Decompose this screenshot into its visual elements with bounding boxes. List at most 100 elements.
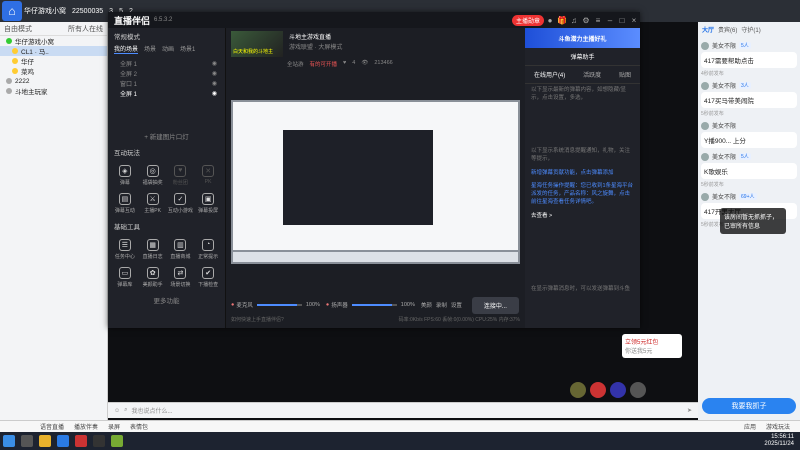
maximize-icon[interactable]: □: [616, 16, 628, 25]
channel-item[interactable]: 华仔游戏小窝: [0, 36, 107, 46]
tab-my-scenes[interactable]: 我的场景: [114, 44, 139, 54]
tab-hall[interactable]: 大厅: [702, 25, 714, 34]
switch-icon: ⇄: [174, 266, 187, 279]
audio-controls: ● 麦克风 100% ● 扬声器 100% 美颜 录制 设置 连接中...: [231, 294, 520, 316]
mic-volume-slider[interactable]: [256, 304, 302, 306]
tab-guard[interactable]: 守护(1): [741, 25, 760, 34]
tool-danmaku[interactable]: ◈ 弹幕: [112, 162, 138, 188]
send-icon[interactable]: ➤: [687, 407, 692, 414]
tool-shop[interactable]: ▥ 直播商城: [168, 236, 194, 262]
room-thumbnail[interactable]: 白天和我的斗地主: [231, 31, 283, 57]
game-mode-button[interactable]: 游戏玩法: [766, 422, 790, 431]
tool-fans[interactable]: ♥ 粉丝团: [168, 162, 194, 188]
avatar[interactable]: [701, 192, 709, 201]
anchor-badge-button[interactable]: 主播勋章: [511, 14, 544, 26]
menu-icon[interactable]: ≡: [592, 16, 604, 25]
speaker-volume-slider[interactable]: [351, 304, 397, 306]
beauty-button[interactable]: 美颜: [421, 301, 432, 309]
close-icon[interactable]: ×: [628, 16, 640, 25]
stream-preview[interactable]: [231, 100, 520, 264]
tool-danmaku-lib[interactable]: ▭ 弹幕库: [112, 264, 138, 290]
avatar[interactable]: [701, 152, 709, 161]
gift-icon[interactable]: [630, 382, 646, 398]
member-item[interactable]: 华仔: [0, 56, 107, 66]
tab-activity[interactable]: 活跃度: [583, 70, 601, 79]
channel-item[interactable]: 2222: [0, 76, 107, 86]
tool-task-center[interactable]: ☰ 任务中心: [112, 236, 138, 262]
emoji-icon[interactable]: ☺: [114, 408, 120, 414]
scene-item[interactable]: 全屏 2 ◉: [108, 68, 225, 78]
studio-brand: 直播伴侣: [114, 15, 151, 26]
go-live-button[interactable]: 连接中...: [471, 296, 519, 314]
settings-icon[interactable]: ⚙: [580, 16, 592, 25]
tab-scene1[interactable]: 场景1: [180, 44, 195, 54]
tool-scene-switch[interactable]: ⇄ 场景切换: [168, 264, 194, 290]
mode-label[interactable]: 自由模式: [4, 24, 32, 34]
folder-icon[interactable]: [39, 435, 51, 447]
app-icon[interactable]: [75, 435, 87, 447]
tab-stickers[interactable]: 贴图: [619, 70, 631, 79]
room-title[interactable]: 斗地主游戏直播: [289, 34, 342, 44]
channel-item[interactable]: 斗地主玩家: [0, 86, 107, 96]
browser-icon[interactable]: [57, 435, 69, 447]
settings-button[interactable]: 设置: [451, 301, 462, 309]
gift-icon[interactable]: 🎁: [556, 16, 568, 25]
voice-live-button[interactable]: 语音直播: [40, 422, 64, 431]
tool-end-check[interactable]: ✔ 下播检查: [195, 264, 221, 290]
add-source-button[interactable]: + 新建图片口灯: [108, 128, 225, 144]
tab-vip[interactable]: 贵宾(6): [718, 25, 737, 34]
tab-online-users[interactable]: 在线用户(4): [534, 70, 565, 79]
home-icon[interactable]: ⌂: [2, 1, 22, 21]
tool-reminder[interactable]: ◔ 正常提示: [195, 236, 221, 262]
promo-banner[interactable]: 斗鱼潜力主播好礼: [525, 28, 640, 48]
red-packet-promo[interactable]: 立领5元红包 你送我5元: [622, 334, 682, 358]
view-task-link[interactable]: 去查看 >: [525, 210, 640, 224]
record-button[interactable]: 录制: [436, 301, 447, 309]
tool-anchor-pk[interactable]: ⚔ 主播PK: [140, 190, 166, 216]
search-icon[interactable]: [21, 435, 33, 447]
tool-mini-game[interactable]: ✓ 互动小游戏: [168, 190, 194, 216]
tab-animation[interactable]: 动画: [162, 44, 174, 54]
tab-scenes[interactable]: 场景: [144, 44, 156, 54]
gift-icon[interactable]: [590, 382, 606, 398]
versus-icon: ⚔: [146, 192, 159, 205]
minimize-icon[interactable]: –: [604, 16, 616, 25]
tool-pk[interactable]: ✕ PK: [195, 162, 221, 188]
scene-item[interactable]: 窗口 1 ◉: [108, 78, 225, 88]
avatar[interactable]: [701, 81, 709, 90]
room-category[interactable]: 游戏联盟 · 大屏模式: [289, 44, 342, 54]
scene-item[interactable]: 全屏 1 ◉: [108, 58, 225, 68]
feature-notice[interactable]: 新增弹幕贡献功能，点击弹幕添加: [525, 167, 640, 181]
tool-live-log[interactable]: ▦ 直播日志: [140, 236, 166, 262]
search-icon[interactable]: ⌕: [124, 407, 127, 414]
app-icon[interactable]: [93, 435, 105, 447]
apps-button[interactable]: 应用: [744, 422, 756, 431]
scene-item-active[interactable]: 全屏 1 ◉: [108, 88, 225, 98]
music-button[interactable]: 播放伴奏: [74, 422, 98, 431]
tool-danmaku-interact[interactable]: ▤ 弹幕互动: [112, 190, 138, 216]
tool-lucky-bag[interactable]: ◎ 福袋抽奖: [140, 162, 166, 188]
avatar[interactable]: ●: [544, 16, 556, 25]
scene-mode-select[interactable]: 常规模式: [108, 28, 225, 44]
tab-danmaku-assistant[interactable]: 弹幕助手: [570, 52, 594, 61]
member-item[interactable]: CL1 · 马..: [0, 46, 107, 56]
record-screen-button[interactable]: 录屏: [108, 422, 120, 431]
gift-icon[interactable]: [570, 382, 586, 398]
member-item[interactable]: 菜鸡: [0, 66, 107, 76]
tool-danmaku-cast[interactable]: ▣ 弹幕投屏: [195, 190, 221, 216]
avatar[interactable]: [701, 41, 709, 50]
gift-icon[interactable]: [610, 382, 626, 398]
windows-start-icon[interactable]: [3, 435, 15, 447]
task-notice: 星海任务操作提醒：您已收到1条星海平台派发的任务，产品名称：风之旋舞，点击前往星…: [531, 183, 634, 205]
chat-input[interactable]: 我也说点什么...: [132, 406, 687, 415]
headset-icon[interactable]: ♫: [568, 16, 580, 25]
more-features-button[interactable]: 更多功能: [108, 292, 225, 308]
avatar[interactable]: [701, 121, 709, 130]
help-link[interactable]: 如何快速上手直播伴侣?: [231, 316, 284, 326]
tool-beauty[interactable]: ✿ 美颜助手: [140, 264, 166, 290]
emoji-pack-button[interactable]: 表情包: [130, 422, 148, 431]
join-button[interactable]: 我要我抓子: [702, 398, 796, 414]
stream-stats: 码率:0Kb/s FPS:60 丢帧:0(0.00%) CPU:25% 内存:3…: [398, 317, 520, 323]
app-icon[interactable]: [111, 435, 123, 447]
status-bar: 如何快速上手直播伴侣? 码率:0Kb/s FPS:60 丢帧:0(0.00%) …: [231, 316, 520, 326]
